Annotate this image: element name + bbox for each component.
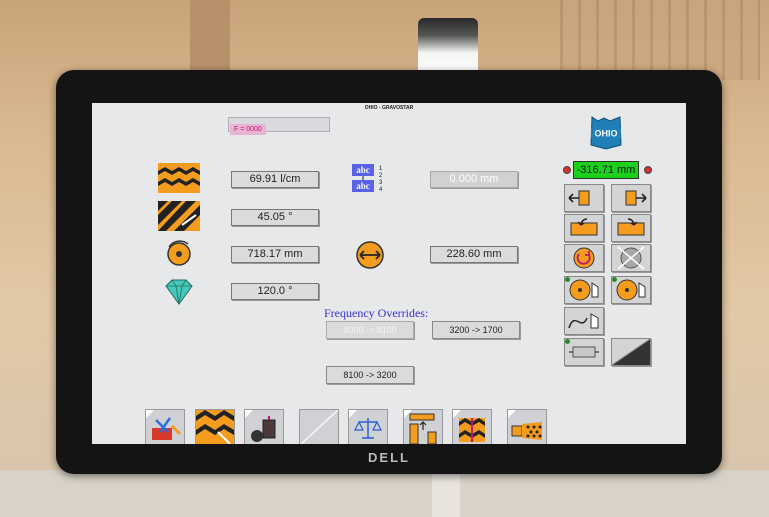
text-layout-icon[interactable]: abc abc 1 2 3 4 <box>352 163 384 193</box>
window-title: OHIO - GRAVOSTAR <box>364 105 414 111</box>
cylinder-circumference-icon[interactable] <box>158 239 200 269</box>
left-limit-led <box>563 166 571 174</box>
background-beam <box>190 0 230 80</box>
toolbar-blank-icon[interactable] <box>299 409 339 444</box>
right-limit-led <box>644 166 652 174</box>
stylus-angle-field[interactable]: 120.0 ° <box>231 283 319 300</box>
svg-text:2: 2 <box>379 173 383 179</box>
monitor-stand <box>432 470 460 517</box>
cylinder-rotate-ccw-button[interactable] <box>564 214 604 242</box>
svg-text:4: 4 <box>379 187 383 193</box>
screen-pattern-icon[interactable] <box>158 163 200 193</box>
stylus-diamond-icon[interactable] <box>158 277 200 307</box>
position-readout: -316.71 mm <box>573 161 639 179</box>
ohio-logo: OHIO <box>590 116 622 150</box>
toolbar-engraving-head-icon[interactable] <box>244 409 284 444</box>
ohio-logo-text: OHIO <box>594 129 617 139</box>
toolbar-screen-pattern-icon[interactable] <box>195 409 235 444</box>
cylinder-rotate-cw-button[interactable] <box>611 214 651 242</box>
frequency-readout-value: F = 0000 <box>230 124 266 135</box>
engraving-preview-button[interactable] <box>611 338 651 366</box>
spindle-rotate-button[interactable] <box>564 244 604 272</box>
svg-text:1: 1 <box>379 166 383 172</box>
background-ceiling <box>560 0 760 80</box>
app-screen: OHIO - GRAVOSTAR F = 0000 OHIO 69.91 l/c… <box>92 103 686 444</box>
carriage-right-button[interactable] <box>611 184 651 212</box>
toolbar-tools-icon[interactable] <box>145 409 185 444</box>
frequency-readout: F = 0000 <box>228 117 330 135</box>
frequency-overrides-label: Frequency Overrides: <box>324 306 429 320</box>
head-engage-left-button[interactable] <box>564 276 604 304</box>
toolbar-balance-icon[interactable] <box>348 409 388 444</box>
text-offset-field: 0.000 mm <box>430 171 518 188</box>
spindle-stop-button[interactable] <box>611 244 651 272</box>
stylus-test-button[interactable] <box>564 307 604 335</box>
freq-override-8000-8100-button: 8000 -> 8100 <box>326 321 414 339</box>
background-floor <box>0 470 769 517</box>
svg-text:abc: abc <box>356 181 370 191</box>
svg-text:3: 3 <box>379 180 383 186</box>
screen-ruling-field[interactable]: 69.91 l/cm <box>231 171 319 188</box>
screen-angle-field[interactable]: 45.05 ° <box>231 209 319 226</box>
head-engage-right-button[interactable] <box>611 276 651 304</box>
screen-angle-icon[interactable] <box>158 201 200 231</box>
monitor-brand-logo: DELL <box>368 450 410 465</box>
toolbar-pattern-compare-icon[interactable] <box>452 409 492 444</box>
signal-tower-lamp <box>418 18 478 76</box>
cylinder-width-field[interactable]: 228.60 mm <box>430 246 518 263</box>
freq-override-8100-3200-button[interactable]: 8100 -> 3200 <box>326 366 414 384</box>
toolbar-cylinder-pattern-icon[interactable] <box>507 409 547 444</box>
toolbar-calibration-icon[interactable] <box>403 409 443 444</box>
carriage-left-button[interactable] <box>564 184 604 212</box>
motor-button[interactable] <box>564 338 604 366</box>
cylinder-width-icon[interactable] <box>354 240 386 270</box>
circumference-field[interactable]: 718.17 mm <box>231 246 319 263</box>
svg-text:abc: abc <box>356 165 370 175</box>
freq-override-3200-1700-button[interactable]: 3200 -> 1700 <box>432 321 520 339</box>
